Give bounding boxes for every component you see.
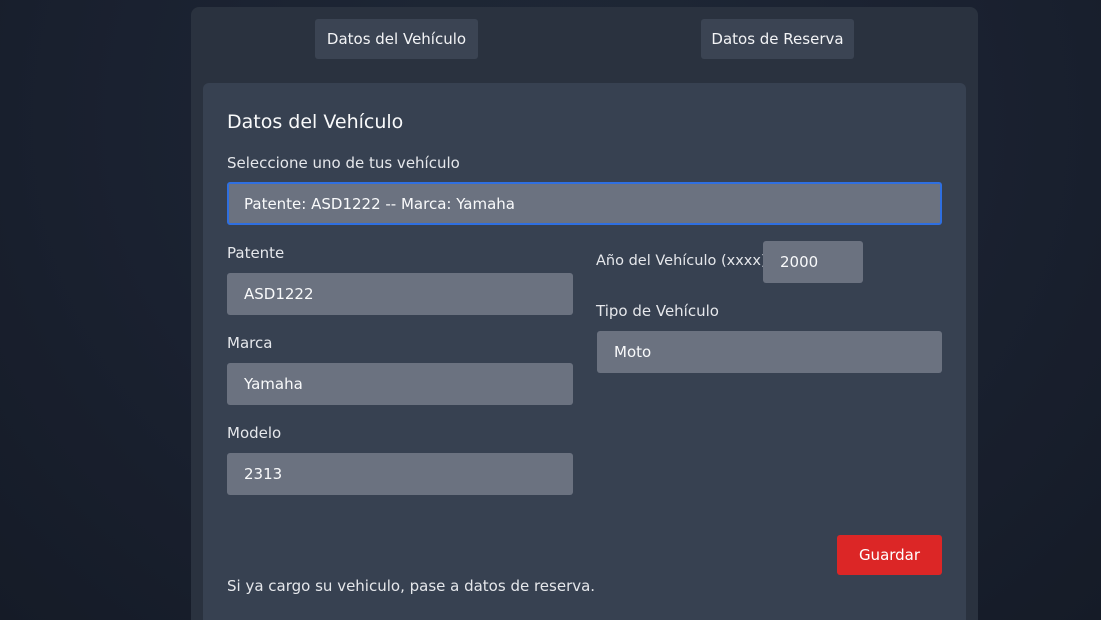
select-vehicle-label: Seleccione uno de tus vehículo: [227, 154, 460, 172]
footer-note: Si ya cargo su vehiculo, pase a datos de…: [227, 577, 596, 595]
patente-input[interactable]: [227, 273, 573, 315]
modelo-label: Modelo: [227, 424, 282, 442]
card-title: Datos del Vehículo: [227, 111, 404, 133]
select-vehicle-field[interactable]: [227, 182, 942, 225]
anio-label: Año del Vehículo (xxxx): [596, 253, 767, 269]
patente-label: Patente: [227, 244, 285, 262]
tab-datos-vehiculo[interactable]: Datos del Vehículo: [315, 19, 478, 59]
form-container: Datos del Vehículo Datos de Reserva Dato…: [191, 7, 978, 620]
vehicle-card: Datos del Vehículo Seleccione uno de tus…: [203, 83, 966, 620]
modelo-input[interactable]: [227, 453, 573, 495]
save-button[interactable]: Guardar: [837, 535, 942, 575]
marca-input[interactable]: [227, 363, 573, 405]
tipo-input[interactable]: [597, 331, 942, 373]
marca-label: Marca: [227, 334, 273, 352]
tipo-label: Tipo de Vehículo: [596, 302, 719, 320]
tab-datos-reserva[interactable]: Datos de Reserva: [701, 19, 854, 59]
anio-input[interactable]: [763, 241, 863, 283]
